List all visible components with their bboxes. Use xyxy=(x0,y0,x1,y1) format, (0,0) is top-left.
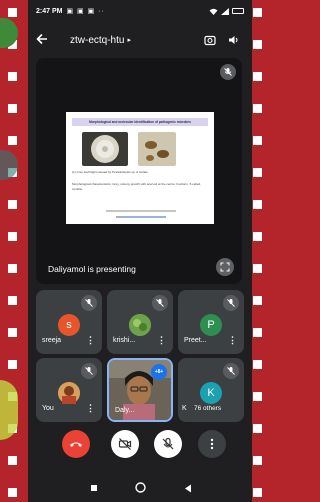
more-options-button[interactable] xyxy=(198,430,226,458)
perforation xyxy=(8,456,17,465)
avatar: P xyxy=(200,314,222,336)
more-icon[interactable]: ⋮ xyxy=(228,335,237,346)
others-count-label: 76 others xyxy=(194,405,222,412)
signal-icon xyxy=(221,7,229,15)
meeting-top-bar: ztw-ectq-htu ▸ xyxy=(28,26,252,54)
end-call-button[interactable] xyxy=(62,430,90,458)
participant-tile[interactable]: P Preet... ⋮ xyxy=(178,290,244,354)
mic-off-icon xyxy=(81,363,97,379)
perforation xyxy=(253,456,262,465)
others-tile[interactable]: K K 76 others xyxy=(178,358,244,422)
participant-tile-self[interactable]: You ⋮ xyxy=(36,358,102,422)
recents-icon[interactable] xyxy=(90,484,98,492)
mic-off-icon xyxy=(152,295,168,311)
perforation xyxy=(253,264,262,273)
avatar xyxy=(58,382,80,404)
perforation xyxy=(253,328,262,337)
presentation-tile[interactable]: Morphological and molecular identificati… xyxy=(36,58,242,284)
switch-camera-icon[interactable] xyxy=(204,34,216,46)
perforation xyxy=(8,8,17,17)
status-bar: 2:47 PM ▣ ▣ ▣ ·· xyxy=(28,0,252,22)
perforation xyxy=(253,136,262,145)
participant-name: K xyxy=(182,405,187,412)
perforation xyxy=(253,232,262,241)
end-call-icon xyxy=(70,442,82,447)
perforation xyxy=(253,168,262,177)
expand-icon[interactable] xyxy=(216,258,234,276)
avatar: s xyxy=(58,314,80,336)
status-time: 2:47 PM xyxy=(36,7,63,15)
battery-icon xyxy=(232,8,244,14)
participant-name: Daly... xyxy=(115,407,135,414)
mic-off-icon xyxy=(220,64,236,80)
perforation xyxy=(8,104,17,113)
mic-toggle-button[interactable] xyxy=(154,430,182,458)
android-nav-bar xyxy=(28,474,252,502)
slide-title: Morphological and molecular identificati… xyxy=(72,118,208,126)
perforation xyxy=(8,488,17,497)
perforation xyxy=(253,104,262,113)
presenter-label: Daliyamol is presenting xyxy=(48,264,136,274)
conidia-microscope-image xyxy=(138,132,176,166)
perforation xyxy=(8,264,17,273)
avatar xyxy=(129,314,151,336)
mic-off-icon xyxy=(223,295,239,311)
participant-name: You xyxy=(42,405,54,412)
camera-toggle-button[interactable] xyxy=(111,430,139,458)
leaf-decoration xyxy=(0,380,18,440)
back-arrow-icon[interactable] xyxy=(28,32,56,48)
participant-name: krishi... xyxy=(113,337,136,344)
perforation xyxy=(8,232,17,241)
avatar: K xyxy=(200,382,222,404)
wifi-icon xyxy=(209,8,218,15)
participant-name: sreeja xyxy=(42,337,62,344)
chevron-right-icon[interactable]: ▸ xyxy=(127,36,131,44)
mic-off-icon xyxy=(162,437,174,450)
mic-off-icon xyxy=(81,295,97,311)
mic-off-icon xyxy=(223,363,239,379)
perforation xyxy=(253,392,262,401)
back-triangle-icon[interactable] xyxy=(184,484,192,493)
perforation xyxy=(253,40,262,49)
camera-off-icon xyxy=(118,438,132,450)
more-icon[interactable]: ⋮ xyxy=(86,335,95,346)
perforation xyxy=(8,136,17,145)
perforation xyxy=(253,424,262,433)
more-icon[interactable]: ⋮ xyxy=(86,403,95,414)
more-icon[interactable]: ⋮ xyxy=(157,335,166,346)
speaking-indicator-icon: +8+ xyxy=(151,364,167,380)
meeting-code[interactable]: ztw-ectq-htu xyxy=(70,35,124,46)
perforation xyxy=(253,296,262,305)
more-icon xyxy=(210,438,214,450)
perforation xyxy=(8,328,17,337)
perforation xyxy=(8,200,17,209)
perforation xyxy=(253,488,262,497)
slide-text-line xyxy=(106,210,176,212)
home-icon[interactable] xyxy=(135,482,146,493)
notification-icons: ▣ ▣ ▣ ·· xyxy=(66,8,105,15)
perforation xyxy=(8,72,17,81)
call-controls-bar xyxy=(28,420,252,472)
participant-tile[interactable]: krishi... ⋮ xyxy=(107,290,173,354)
slide-caption: (1) Grey leaf blight caused by Pestaloti… xyxy=(72,170,148,174)
fungal-colony-image xyxy=(82,132,128,166)
participant-tile-speaking[interactable]: +8+ Daly... xyxy=(107,358,173,422)
perforation xyxy=(253,200,262,209)
phone-screen: 2:47 PM ▣ ▣ ▣ ·· ztw-ectq-htu ▸ Morpholo… xyxy=(28,0,252,502)
participant-tile[interactable]: s sreeja ⋮ xyxy=(36,290,102,354)
speaker-icon[interactable] xyxy=(228,34,240,46)
participant-name: Preet... xyxy=(184,337,207,344)
perforation xyxy=(253,8,262,17)
perforation xyxy=(253,360,262,369)
perforation xyxy=(253,72,262,81)
slide-body: Morphological characteristics: Grey, cot… xyxy=(72,182,201,191)
shared-slide: Morphological and molecular identificati… xyxy=(66,112,214,224)
perforation xyxy=(8,296,17,305)
perforation xyxy=(8,360,17,369)
slide-text-line xyxy=(116,216,166,218)
